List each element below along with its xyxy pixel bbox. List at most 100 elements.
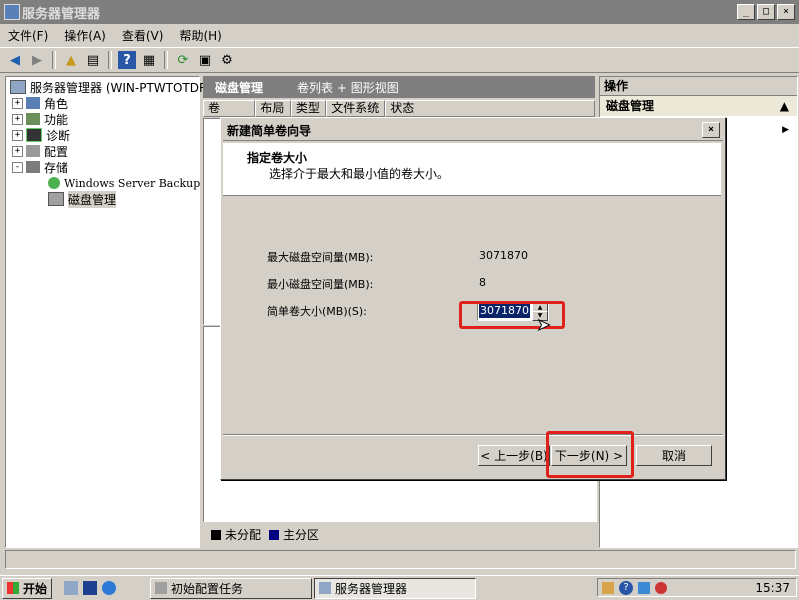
legend-unallocated-label: 未分配 bbox=[225, 528, 262, 542]
menu-view[interactable]: 查看(V) bbox=[114, 27, 172, 44]
volume-list-header: 卷 布局 类型 文件系统 状态 bbox=[203, 100, 595, 117]
start-button[interactable]: 开始 bbox=[2, 577, 53, 599]
server-manager-task-icon bbox=[319, 582, 332, 594]
taskbar-item-server-manager[interactable]: 服务器管理器 bbox=[314, 577, 477, 599]
properties-icon[interactable]: ▦ bbox=[140, 51, 158, 69]
tree-item-diagnostics[interactable]: + 诊断 bbox=[12, 127, 70, 143]
column-layout[interactable]: 布局 bbox=[255, 100, 291, 117]
roles-icon bbox=[26, 97, 40, 109]
new-simple-volume-wizard: 新建简单卷向导 × 指定卷大小 选择介于最大和最小值的卷大小。 最大磁盘空间量(… bbox=[220, 117, 726, 480]
dialog-description: 选择介于最大和最小值的卷大小。 bbox=[269, 167, 450, 181]
show-hide-tree-icon[interactable]: ▤ bbox=[84, 51, 102, 69]
back-button[interactable]: < 上一步(B) bbox=[478, 445, 550, 466]
taskbar-item-label: 服务器管理器 bbox=[335, 581, 408, 596]
center-panel-header: 磁盘管理 卷列表 + 图形视图 bbox=[203, 76, 595, 98]
center-title: 磁盘管理 bbox=[215, 80, 264, 95]
tree-item-label: 磁盘管理 bbox=[68, 190, 117, 208]
tray-help-icon[interactable]: ? bbox=[619, 580, 633, 595]
mouse-cursor-icon: ➤ bbox=[536, 315, 551, 335]
refresh-icon[interactable]: ⟳ bbox=[174, 51, 192, 69]
expand-icon[interactable]: + bbox=[12, 129, 23, 141]
window-title-bar: 服务器管理器 _ □ × bbox=[0, 0, 799, 24]
help-icon[interactable]: ? bbox=[118, 51, 136, 69]
tree-item-label: Windows Server Backup bbox=[64, 176, 201, 190]
disk-legend: 未分配 主分区 bbox=[205, 525, 595, 544]
internet-explorer-icon[interactable] bbox=[102, 581, 117, 595]
tray-app-icon[interactable] bbox=[602, 581, 614, 594]
dialog-title: 新建简单卷向导 bbox=[227, 123, 312, 138]
system-tray: ? 15:37 bbox=[597, 578, 797, 597]
back-arrow-icon[interactable]: ◀ bbox=[6, 51, 24, 69]
navigation-tree: 服务器管理器 (WIN-PTWTOTDRL5 + 角色 + 功能 + 诊断 + … bbox=[5, 76, 222, 548]
up-folder-icon[interactable]: ▲ bbox=[62, 51, 80, 69]
tree-item-label: 存储 bbox=[44, 160, 69, 175]
taskbar: 开始 初始配置任务 服务器管理器 ? 15:37 bbox=[0, 575, 799, 600]
tree-item-disk-management[interactable]: 磁盘管理 bbox=[48, 190, 117, 208]
settings-icon[interactable]: ⚙ bbox=[218, 51, 236, 69]
config-task-icon bbox=[155, 582, 168, 594]
tray-network-icon[interactable] bbox=[638, 581, 650, 594]
actions-section-label: 磁盘管理 bbox=[606, 99, 655, 113]
toolbar-separator bbox=[164, 51, 168, 69]
toolbar-separator bbox=[52, 51, 56, 69]
dialog-header: 指定卷大小 选择介于最大和最小值的卷大小。 bbox=[223, 143, 721, 196]
server-manager-quicklaunch-icon[interactable] bbox=[64, 581, 79, 595]
tree-item-storage[interactable]: - 存储 bbox=[12, 159, 68, 175]
diagnostics-icon bbox=[26, 128, 42, 142]
status-bar bbox=[5, 550, 796, 569]
dialog-divider bbox=[223, 434, 723, 436]
tray-security-icon[interactable] bbox=[655, 581, 667, 594]
quick-launch bbox=[64, 581, 117, 595]
expand-icon[interactable]: + bbox=[12, 145, 23, 157]
backup-icon bbox=[48, 177, 60, 189]
legend-primary-swatch bbox=[269, 529, 280, 540]
column-volume[interactable]: 卷 bbox=[203, 100, 256, 117]
tree-item-windows-server-backup[interactable]: Windows Server Backup bbox=[48, 175, 200, 191]
collapse-icon[interactable]: - bbox=[12, 161, 23, 173]
dialog-close-button[interactable]: × bbox=[702, 122, 720, 138]
features-icon bbox=[26, 113, 40, 125]
start-label: 开始 bbox=[23, 581, 48, 596]
forward-arrow-icon[interactable]: ▶ bbox=[28, 51, 46, 69]
max-space-value: 3071870 bbox=[479, 249, 528, 262]
dialog-heading: 指定卷大小 bbox=[247, 151, 308, 165]
menu-help[interactable]: 帮助(H) bbox=[171, 27, 229, 44]
toolbar: ◀ ▶ ▲ ▤ ? ▦ ⟳ ▣ ⚙ bbox=[0, 47, 799, 73]
server-manager-icon bbox=[4, 4, 20, 20]
column-filesystem[interactable]: 文件系统 bbox=[326, 100, 386, 117]
collapse-arrow-icon[interactable]: ▲ bbox=[780, 96, 789, 116]
max-space-label: 最大磁盘空间量(MB): bbox=[267, 251, 374, 264]
column-type[interactable]: 类型 bbox=[290, 100, 327, 117]
server-icon bbox=[10, 80, 26, 94]
maximize-button[interactable]: □ bbox=[757, 4, 775, 20]
toolbar-separator bbox=[108, 51, 112, 69]
window-title: 服务器管理器 bbox=[22, 6, 101, 22]
close-button[interactable]: × bbox=[777, 4, 795, 20]
taskbar-item-initial-config[interactable]: 初始配置任务 bbox=[150, 577, 313, 599]
expand-icon[interactable]: + bbox=[12, 97, 23, 109]
dialog-title-bar: 新建简单卷向导 × bbox=[223, 120, 723, 141]
export-icon[interactable]: ▣ bbox=[196, 51, 214, 69]
cancel-button[interactable]: 取消 bbox=[636, 445, 712, 466]
min-space-label: 最小磁盘空间量(MB): bbox=[267, 278, 374, 291]
highlight-next-button bbox=[546, 431, 634, 478]
min-space-value: 8 bbox=[479, 276, 486, 289]
clock: 15:37 bbox=[755, 580, 790, 595]
powershell-icon[interactable] bbox=[83, 581, 98, 595]
legend-unallocated-swatch bbox=[211, 529, 221, 540]
tree-item-roles[interactable]: + 角色 bbox=[12, 95, 68, 111]
menu-file[interactable]: 文件(F) bbox=[0, 27, 56, 44]
more-actions-arrow-icon[interactable]: ▶ bbox=[782, 125, 789, 135]
tree-item-server-manager[interactable]: 服务器管理器 (WIN-PTWTOTDRL5 bbox=[10, 79, 222, 95]
tree-item-label: 功能 bbox=[44, 112, 69, 127]
taskbar-item-label: 初始配置任务 bbox=[171, 581, 244, 596]
windows-logo-icon bbox=[7, 582, 19, 594]
tree-item-features[interactable]: + 功能 bbox=[12, 111, 68, 127]
minimize-button[interactable]: _ bbox=[737, 4, 755, 20]
tree-item-configuration[interactable]: + 配置 bbox=[12, 143, 68, 159]
column-status[interactable]: 状态 bbox=[385, 100, 595, 117]
expand-icon[interactable]: + bbox=[12, 113, 23, 125]
actions-section[interactable]: 磁盘管理 ▲ bbox=[600, 96, 797, 116]
menu-action[interactable]: 操作(A) bbox=[56, 27, 114, 44]
menu-bar: 文件(F) 操作(A) 查看(V) 帮助(H) bbox=[0, 24, 799, 46]
